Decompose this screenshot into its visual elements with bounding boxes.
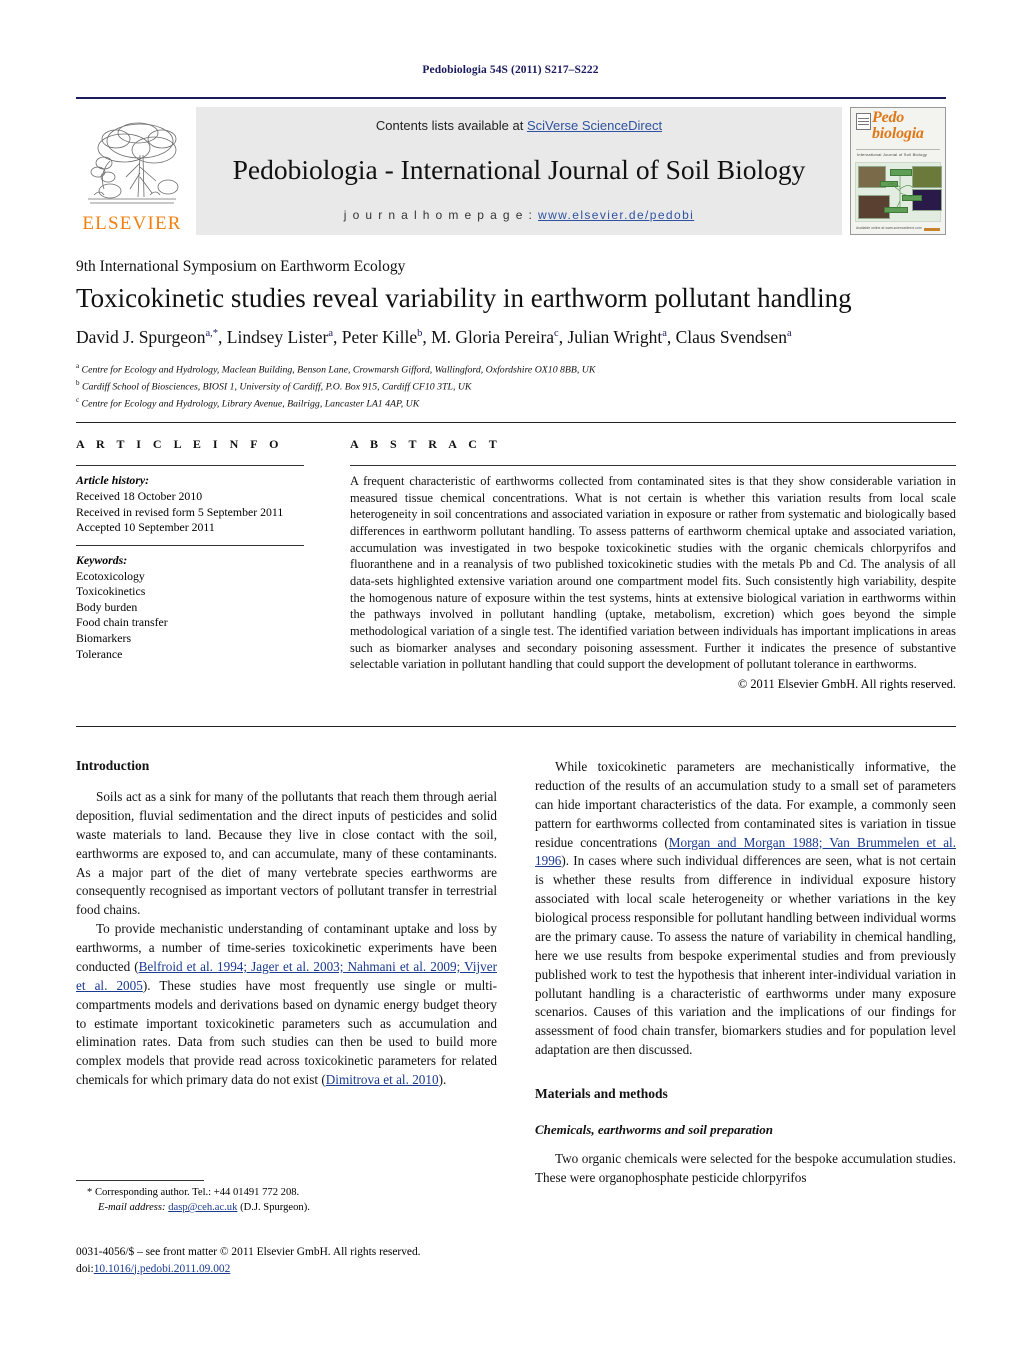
affiliation-text: Centre for Ecology and Hydrology, Maclea… <box>79 364 596 376</box>
author-separator: , <box>218 327 227 347</box>
cover-footer-text: Available online at www.sciencedirect.co… <box>856 225 922 230</box>
keyword-item: Toxicokinetics <box>76 584 146 599</box>
article-info-column: A R T I C L E I N F O Article history: R… <box>76 423 326 726</box>
cover-subtitle: International Journal of Soil Biology <box>857 152 928 157</box>
elsevier-tree-icon <box>88 122 179 204</box>
affiliation-item: a Centre for Ecology and Hydrology, Macl… <box>76 361 956 378</box>
keyword-item: Biomarkers <box>76 630 132 645</box>
doi-link[interactable]: 10.1016/j.pedobi.2011.09.002 <box>94 1263 231 1275</box>
journal-title: Pedobiologia - International Journal of … <box>232 154 806 186</box>
article-history-item: Received in revised form 5 September 201… <box>76 504 284 519</box>
author-name: Claus Svendsen <box>675 327 787 347</box>
body-columns: Introduction Soils act as a sink for man… <box>76 758 956 1185</box>
author-affiliation-mark: a,* <box>205 328 219 340</box>
author-name: M. Gloria Pereira <box>431 327 555 347</box>
keyword-item: Body burden <box>76 599 138 614</box>
corresponding-author-footnote: * Corresponding author. Tel.: +44 01491 … <box>76 1180 497 1215</box>
intro-paragraph-1: Soils act as a sink for many of the poll… <box>76 789 497 918</box>
keyword-item: Tolerance <box>76 646 123 661</box>
keywords-label: Keywords: <box>76 552 128 567</box>
abstract-text: A frequent characteristic of earthworms … <box>350 474 956 672</box>
doi-line: doi:10.1016/j.pedobi.2011.09.002 <box>76 1261 576 1278</box>
cover-divider <box>856 149 940 150</box>
intro-paragraph-2: To provide mechanistic understanding of … <box>76 920 497 1090</box>
journal-homepage-link[interactable]: www.elsevier.de/pedobi <box>538 208 694 222</box>
email-suffix: (D.J. Spurgeon). <box>240 1202 310 1214</box>
author-name: Peter Kille <box>341 327 418 347</box>
cover-footer-mark <box>924 228 940 231</box>
materials-methods-heading: Materials and methods <box>535 1086 668 1101</box>
doi-prefix: doi: <box>76 1262 94 1275</box>
affiliation-text: Centre for Ecology and Hydrology, Librar… <box>79 398 420 410</box>
email-line: E-mail address: dasp@ceh.ac.uk (D.J. Spu… <box>76 1200 497 1215</box>
footnote-rule <box>76 1180 204 1181</box>
journal-band: Contents lists available at SciVerse Sci… <box>196 107 842 235</box>
symposium-line: 9th International Symposium on Earthworm… <box>76 258 406 275</box>
cover-diagram-lines <box>887 175 913 210</box>
abstract-column: A B S T R A C T A frequent characteristi… <box>326 423 956 726</box>
author-separator: , <box>422 327 432 347</box>
author-name: Lindsey Lister <box>226 327 329 347</box>
author-separator: , <box>333 327 342 347</box>
page-title: Toxicokinetic studies reveal variability… <box>76 283 852 313</box>
elsevier-logo: ELSEVIER <box>76 107 188 235</box>
article-history-item: Received 18 October 2010 <box>76 489 203 503</box>
keywords-block: Keywords: Ecotoxicology Toxicokinetics Bod… <box>76 544 304 662</box>
elsevier-wordmark: ELSEVIER <box>82 213 182 234</box>
cover-title: Pedo biologia <box>872 110 924 141</box>
article-history-list: Received 18 October 2010 Received in revi… <box>76 489 304 536</box>
keywords-list: Ecotoxicology Toxicokinetics Body burden Fo… <box>76 569 304 662</box>
author-name: David J. Spurgeon <box>76 327 206 347</box>
journal-cover-thumbnail: Pedo biologia International Journal of S… <box>850 107 946 235</box>
corresponding-author-line: * Corresponding author. Tel.: +44 01491 … <box>87 1187 300 1198</box>
left-column: Introduction Soils act as a sink for man… <box>76 758 497 1178</box>
article-info-heading: A R T I C L E I N F O <box>76 437 283 451</box>
introduction-heading: Introduction <box>76 758 150 773</box>
email-label: E-mail address: <box>98 1202 166 1214</box>
journal-masthead: ELSEVIER Contents lists available at Sci… <box>76 97 946 239</box>
cover-title-line2: biologia <box>872 124 924 142</box>
page-footer: 0031-4056/$ – see front matter © 2011 El… <box>76 1244 576 1277</box>
right-paragraph-1: While toxicokinetic parameters are mecha… <box>535 758 956 1060</box>
running-head: Pedobiologia 54S (2011) S217–S222 <box>422 64 599 76</box>
paper-page: Pedobiologia 54S (2011) S217–S222 ELSEVI… <box>0 0 1021 1351</box>
keyword-item: Food chain transfer <box>76 615 168 630</box>
cover-artwork <box>855 162 942 222</box>
affiliation-list: a Centre for Ecology and Hydrology, Macl… <box>76 361 956 412</box>
methods-paragraph-1: Two organic chemicals were selected for … <box>535 1151 956 1185</box>
intro-p2-part-b: ). These studies have most frequently us… <box>76 977 497 1088</box>
article-info-rule <box>76 465 304 466</box>
article-history-item: Accepted 10 September 2011 <box>76 520 215 535</box>
keyword-item: Ecotoxicology <box>76 568 145 583</box>
abstract-rule <box>350 465 956 466</box>
author-list: David J. Spurgeona,*, Lindsey Lister a, P… <box>76 326 966 349</box>
affiliation-item: b Cardiff School of Biosciences, BIOSI 1… <box>76 378 956 395</box>
sciencedirect-link[interactable]: SciVerse ScienceDirect <box>527 118 662 133</box>
article-history-label: Article history: <box>76 473 150 487</box>
contents-prefix: Contents lists available at <box>375 118 527 133</box>
citation-dimitrova[interactable]: Dimitrova et al. 2010 <box>326 1072 439 1087</box>
cover-header: Pedo biologia <box>851 108 945 155</box>
author-name: Julian Wright <box>567 327 663 347</box>
email-link[interactable]: dasp@ceh.ac.uk <box>168 1202 237 1213</box>
right-p1-part-b: ). In cases where such individual differ… <box>535 853 956 1058</box>
affiliation-item: c Centre for Ecology and Hydrology, Libr… <box>76 395 956 412</box>
contents-available-line: Contents lists available at SciVerse Sci… <box>376 118 662 133</box>
issn-line: 0031-4056/$ – see front matter © 2011 El… <box>76 1246 421 1258</box>
right-column: While toxicokinetic parameters are mecha… <box>535 758 956 1185</box>
author-separator: , <box>666 327 676 347</box>
cover-title-line1: Pedo <box>872 109 905 126</box>
journal-homepage-line: j o u r n a l h o m e p a g e : www.else… <box>344 208 694 222</box>
abstract-heading: A B S T R A C T <box>350 437 502 451</box>
homepage-prefix: j o u r n a l h o m e p a g e : <box>343 208 538 222</box>
abstract-copyright: © 2011 Elsevier GmbH. All rights reserve… <box>737 677 956 692</box>
author-affiliation-mark: a <box>786 328 792 340</box>
chemicals-subheading: Chemicals, earthworms and soil preparati… <box>535 1122 774 1137</box>
affiliation-text: Cardiff School of Biosciences, BIOSI 1, … <box>79 381 472 393</box>
keywords-rule <box>76 544 304 546</box>
intro-p2-part-c: ). <box>438 1072 447 1088</box>
cover-elsevier-mark-icon <box>856 113 871 130</box>
info-abstract-band: A R T I C L E I N F O Article history: R… <box>76 422 956 727</box>
